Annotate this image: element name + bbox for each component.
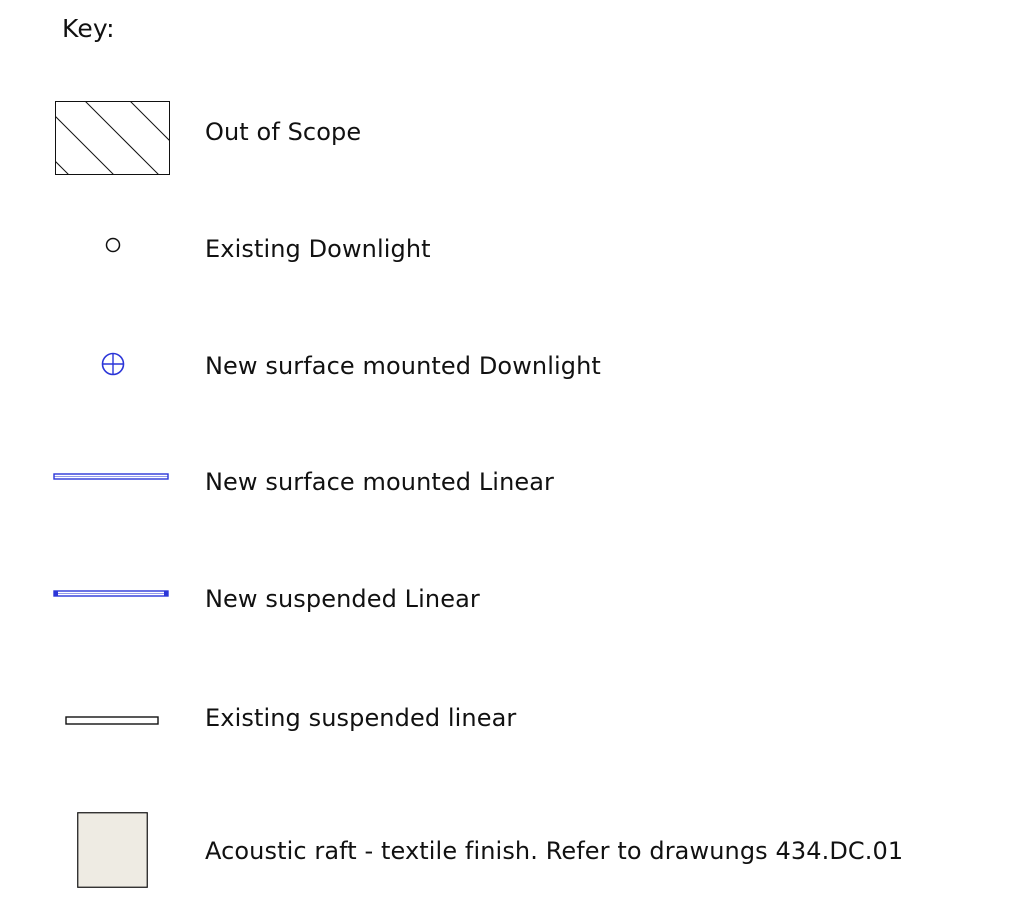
crossed-circle-icon [101,352,125,376]
key-label-new-suspended-linear: New suspended Linear [205,585,480,613]
key-title: Key: [62,14,115,43]
blue-linear-icon [53,473,169,480]
circle-icon [105,237,121,253]
key-label-acoustic-raft: Acoustic raft - textile finish. Refer to… [205,837,904,865]
key-label-existing-downlight: Existing Downlight [205,235,431,263]
key-label-existing-suspended-linear: Existing suspended linear [205,704,517,732]
beige-rectangle-icon [77,812,148,888]
black-linear-icon [65,716,159,725]
blue-suspended-linear-icon [53,590,169,597]
hatched-rectangle-icon [55,101,170,175]
key-label-new-surface-linear: New surface mounted Linear [205,468,555,496]
key-label-out-of-scope: Out of Scope [205,118,362,146]
key-label-new-surface-downlight: New surface mounted Downlight [205,352,601,380]
